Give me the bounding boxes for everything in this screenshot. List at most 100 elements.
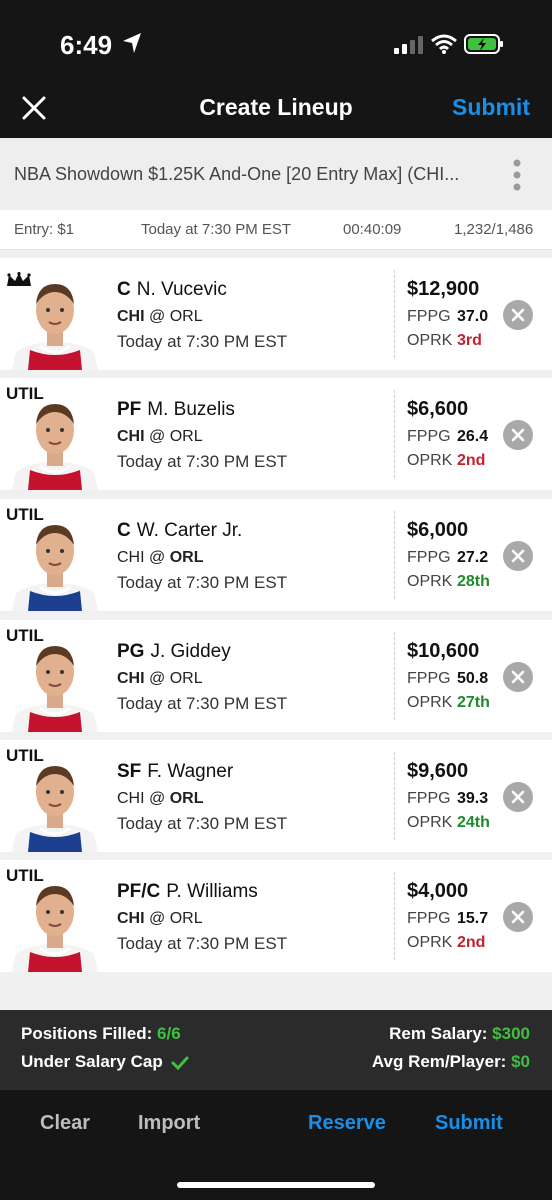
player-name-line[interactable]: SF F. Wagner xyxy=(117,761,233,783)
player-salary: $9,600 xyxy=(407,760,469,782)
matchup: CHI @ ORL xyxy=(117,428,203,446)
at-symbol: @ xyxy=(149,428,166,445)
fppg-label: FPPG xyxy=(407,790,451,807)
remove-player-button[interactable] xyxy=(503,300,533,330)
oprk-label: OPRK xyxy=(407,332,453,349)
location-arrow-icon xyxy=(123,33,141,53)
remove-player-button[interactable] xyxy=(503,662,533,692)
fppg-label: FPPG xyxy=(407,308,451,325)
avg-remaining-per-player: Avg Rem/Player: $0 xyxy=(371,1052,530,1071)
remove-player-button[interactable] xyxy=(503,541,533,571)
player-row[interactable]: UTIL PGJ. Giddey CHI @ ORL Today at 7:3 xyxy=(0,620,552,732)
team-abbr: CHI xyxy=(117,790,145,807)
salary-cap-status: Under Salary Cap xyxy=(21,1052,189,1072)
fppg-value: 15.7 xyxy=(457,910,489,927)
player-row[interactable]: C N. Vucevic CHI @ ORL Today at 7:30 PM E… xyxy=(0,258,552,370)
oprk-value: 27th xyxy=(457,694,490,711)
reserve-button[interactable]: Reserve xyxy=(308,1112,386,1135)
fppg-value: 27.2 xyxy=(457,549,489,566)
fppg-value: 26.4 xyxy=(457,428,489,445)
player-row[interactable]: UTIL CW. Carter Jr. CHI @ ORL Today at xyxy=(0,499,552,611)
player-headshot xyxy=(12,404,98,490)
team-abbr: CHI xyxy=(117,670,145,687)
player-salary: $6,000 xyxy=(407,519,469,541)
contest-bar[interactable]: NBA Showdown $1.25K And-One [20 Entry Ma… xyxy=(0,138,552,210)
player-position: C xyxy=(117,520,131,541)
header-submit-button[interactable]: Submit xyxy=(452,94,530,121)
player-row[interactable]: UTIL SFF. Wagner CHI @ ORL Today at 7:3 xyxy=(0,740,552,852)
game-time: Today at 7:30 PM EST xyxy=(117,573,288,592)
at-symbol: @ xyxy=(149,910,166,927)
entries-count: 1,232/1,486 xyxy=(454,221,534,238)
bottom-action-bar: Clear Import Reserve Submit xyxy=(0,1090,552,1200)
player-name: N. Vucevic xyxy=(136,279,227,300)
row-divider xyxy=(394,632,395,720)
row-divider xyxy=(394,511,395,599)
at-symbol: @ xyxy=(149,308,166,325)
checkmark-icon xyxy=(171,1056,189,1070)
remove-player-button[interactable] xyxy=(503,902,533,932)
remove-player-button[interactable] xyxy=(503,420,533,450)
opponent-abbr: ORL xyxy=(169,790,204,807)
at-symbol: @ xyxy=(149,549,166,566)
more-vertical-icon[interactable] xyxy=(509,158,525,192)
remaining-salary: Rem Salary: $300 xyxy=(389,1024,530,1043)
row-divider xyxy=(394,270,395,358)
oprk-value: 24th xyxy=(457,814,490,831)
fppg-label: FPPG xyxy=(407,670,451,687)
player-salary: $12,900 xyxy=(407,278,480,300)
avg-remaining-value: $0 xyxy=(511,1052,530,1071)
player-position: C xyxy=(117,279,131,300)
player-salary: $6,600 xyxy=(407,398,469,420)
game-time: Today at 7:30 PM EST xyxy=(117,332,288,351)
remove-icon xyxy=(511,549,525,563)
row-divider xyxy=(394,872,395,960)
game-time: Today at 7:30 PM EST xyxy=(117,694,288,713)
opponent-abbr: ORL xyxy=(169,428,203,445)
submit-button[interactable]: Submit xyxy=(435,1112,503,1135)
player-name: M. Buzelis xyxy=(147,399,235,420)
player-position: PF xyxy=(117,399,142,420)
player-salary: $4,000 xyxy=(407,880,469,902)
player-name: W. Carter Jr. xyxy=(136,520,243,541)
remove-icon xyxy=(511,790,525,804)
player-headshot xyxy=(12,525,98,611)
player-row[interactable]: UTIL PF/CP. Williams CHI @ ORL Today at xyxy=(0,860,552,972)
team-abbr: CHI xyxy=(117,910,145,927)
at-symbol: @ xyxy=(149,670,166,687)
oprk-label: OPRK xyxy=(407,814,453,831)
wifi-icon xyxy=(431,34,457,54)
player-name-line[interactable]: C W. Carter Jr. xyxy=(117,520,242,542)
matchup: CHI @ ORL xyxy=(117,790,204,808)
player-name-line[interactable]: PF/C P. Williams xyxy=(117,881,258,903)
entry-fee: Entry: $1 xyxy=(14,221,75,238)
player-name: F. Wagner xyxy=(147,761,234,782)
player-name-line[interactable]: C N. Vucevic xyxy=(117,279,227,301)
remove-icon xyxy=(511,428,525,442)
game-time: Today at 7:30 PM EST xyxy=(117,452,288,471)
remove-icon xyxy=(511,910,525,924)
oprk-label: OPRK xyxy=(407,452,453,469)
player-headshot xyxy=(12,766,98,852)
clear-button[interactable]: Clear xyxy=(40,1112,90,1135)
oprk-label: OPRK xyxy=(407,934,453,951)
positions-filled-value: 6/6 xyxy=(157,1024,181,1043)
oprk-value: 2nd xyxy=(457,934,486,951)
player-headshot xyxy=(12,886,98,972)
player-name-line[interactable]: PG J. Giddey xyxy=(117,641,231,663)
lineup-summary: Positions Filled: 6/6 Under Salary Cap R… xyxy=(0,1010,552,1090)
player-headshot xyxy=(12,646,98,732)
fppg-value: 39.3 xyxy=(457,790,489,807)
status-bar: 6:49 xyxy=(0,0,552,80)
matchup: CHI @ ORL xyxy=(117,549,204,567)
matchup: CHI @ ORL xyxy=(117,308,203,326)
player-row[interactable]: UTIL PFM. Buzelis CHI @ ORL Today at 7: xyxy=(0,378,552,490)
team-abbr: CHI xyxy=(117,428,145,445)
remove-player-button[interactable] xyxy=(503,782,533,812)
matchup: CHI @ ORL xyxy=(117,910,203,928)
row-divider xyxy=(394,390,395,478)
import-button[interactable]: Import xyxy=(138,1112,200,1135)
at-symbol: @ xyxy=(149,790,166,807)
player-name-line[interactable]: PF M. Buzelis xyxy=(117,399,235,421)
oprk-value: 3rd xyxy=(457,332,482,349)
